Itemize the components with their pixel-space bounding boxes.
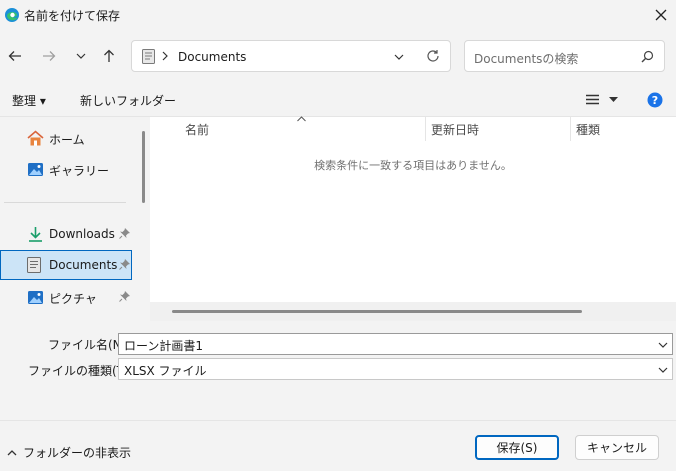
filetype-value: XLSX ファイル: [124, 364, 207, 378]
sidebar-item-gallery[interactable]: ギャラリー: [0, 154, 132, 184]
forward-button[interactable]: [37, 44, 61, 68]
sidebar-item-downloads[interactable]: Downloads: [0, 219, 132, 249]
window-title: 名前を付けて保存: [24, 9, 121, 23]
sidebar-item-label: Documents: [49, 258, 118, 272]
edge-app-icon: [4, 7, 20, 23]
column-header-type[interactable]: 種類: [576, 121, 600, 138]
documents-icon: [142, 49, 155, 64]
hide-folders-label: フォルダーの非表示: [23, 446, 132, 460]
refresh-icon: [427, 50, 439, 62]
pin-icon[interactable]: [119, 291, 130, 302]
list-view-icon: [586, 94, 599, 105]
nav-divider: [4, 202, 126, 203]
save-button[interactable]: 保存(S): [475, 435, 559, 460]
filename-field[interactable]: ローン計画書1: [118, 333, 673, 355]
filename-input[interactable]: ローン計画書1: [124, 337, 203, 354]
sidebar-item-label: ホーム: [49, 133, 85, 147]
sidebar-item-label: ピクチャ: [49, 292, 97, 306]
documents-icon: [27, 257, 44, 274]
search-box[interactable]: Documentsの検索: [464, 40, 665, 72]
title-bar: 名前を付けて保存: [0, 0, 676, 30]
filetype-select[interactable]: XLSX ファイル: [118, 358, 673, 380]
caret-down-icon: [609, 96, 618, 102]
breadcrumb-separator-icon: [162, 51, 168, 61]
search-icon[interactable]: [641, 50, 654, 63]
sidebar-item-label: ギャラリー: [49, 164, 110, 178]
column-header-modified[interactable]: 更新日時: [431, 121, 479, 138]
arrow-right-icon: [43, 51, 56, 61]
home-icon: [27, 130, 44, 147]
new-folder-button[interactable]: 新しいフォルダー: [80, 92, 176, 109]
file-list-pane: 名前 更新日時 種類 検索条件に一致する項目はありません。: [150, 116, 676, 321]
chevron-down-icon: [658, 367, 668, 373]
scrollbar-thumb[interactable]: [172, 310, 582, 313]
sidebar-item-label: Downloads: [49, 227, 115, 241]
download-icon: [27, 226, 44, 243]
nav-scrollbar[interactable]: [142, 131, 145, 203]
close-button[interactable]: [648, 3, 674, 27]
arrow-up-icon: [104, 49, 114, 62]
close-icon: [655, 9, 667, 21]
breadcrumb-documents[interactable]: Documents: [178, 50, 246, 64]
organize-button[interactable]: 整理 ▾: [12, 92, 46, 109]
up-button[interactable]: [97, 44, 121, 68]
pin-icon[interactable]: [119, 259, 130, 270]
chevron-down-icon: [76, 53, 86, 59]
address-bar[interactable]: Documents: [131, 40, 451, 72]
recent-locations-button[interactable]: [69, 44, 93, 68]
sidebar-item-pictures[interactable]: ピクチャ: [0, 282, 132, 312]
empty-state-message: 検索条件に一致する項目はありません。: [314, 159, 512, 172]
chevron-down-icon: [658, 342, 668, 348]
help-icon: ?: [647, 92, 663, 108]
column-header-name[interactable]: 名前: [185, 121, 209, 138]
chevron-down-icon: [394, 54, 404, 60]
gallery-icon: [27, 161, 44, 178]
pin-icon[interactable]: [119, 228, 130, 239]
column-divider[interactable]: [425, 117, 426, 141]
sidebar-item-home[interactable]: ホーム: [0, 123, 132, 153]
chevron-up-icon: [7, 449, 17, 455]
arrow-left-icon: [8, 51, 21, 61]
footer-divider: [0, 420, 676, 421]
view-options-button[interactable]: [586, 94, 618, 105]
cancel-button[interactable]: キャンセル: [575, 435, 659, 460]
search-input[interactable]: Documentsの検索: [474, 50, 578, 67]
horizontal-scrollbar[interactable]: [150, 302, 676, 321]
sort-up-icon: [297, 116, 306, 122]
navigation-pane: ホーム ギャラリー Downloads Documents ピクチャ: [0, 117, 150, 321]
svg-text:?: ?: [652, 94, 658, 107]
refresh-button[interactable]: [426, 49, 440, 63]
back-button[interactable]: [3, 44, 27, 68]
sidebar-item-documents[interactable]: Documents: [0, 250, 132, 280]
column-divider[interactable]: [570, 117, 571, 141]
hide-folders-button[interactable]: フォルダーの非表示: [7, 444, 131, 461]
address-dropdown-button[interactable]: [394, 52, 404, 62]
pictures-icon: [27, 289, 44, 306]
help-button[interactable]: ?: [647, 92, 663, 108]
